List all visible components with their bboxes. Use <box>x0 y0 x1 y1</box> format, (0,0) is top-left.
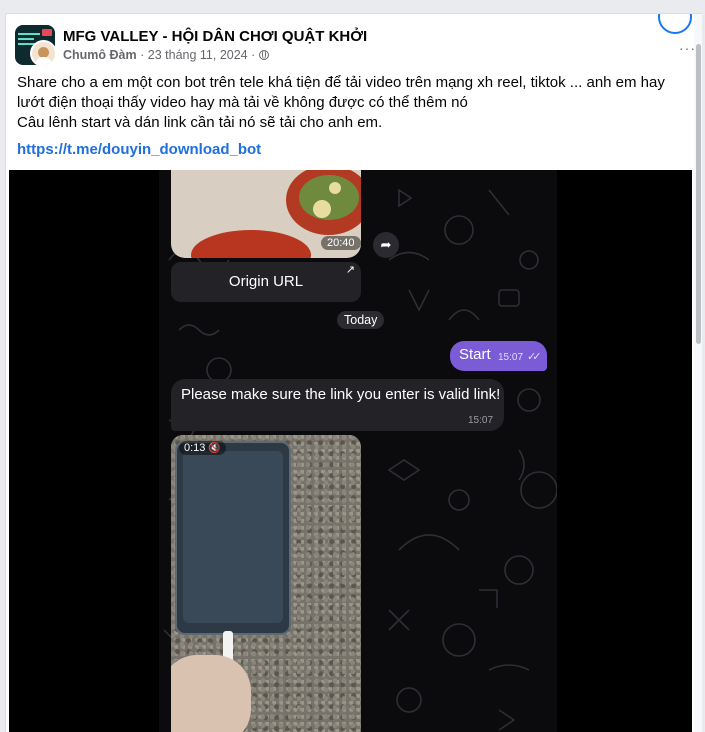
mute-icon: 🔇 <box>208 443 221 454</box>
author-avatar[interactable] <box>30 40 57 67</box>
more-options-icon[interactable]: ··· <box>679 41 695 55</box>
group-name[interactable]: MFG VALLEY - HỘI DÂN CHƠI QUẬT KHỞI <box>63 28 367 45</box>
video-duration-text: 0:13 <box>184 442 206 454</box>
post-text-line1: Share cho a em một con bot trên tele khá… <box>17 74 665 111</box>
origin-url-button[interactable]: Origin URL ↗ <box>171 262 361 302</box>
scrollbar-thumb[interactable] <box>696 44 701 344</box>
video-duration: 0:13 🔇 <box>179 441 226 455</box>
post-text-line2: Câu lênh start và dán link cần tải nó sẽ… <box>17 114 383 131</box>
double-check-icon: ✓✓ <box>527 351 542 363</box>
sent-message-time: 15:07 <box>498 352 524 363</box>
external-link-icon: ↗ <box>345 264 355 276</box>
post-date[interactable]: 23 tháng 11, 2024 <box>148 48 248 62</box>
post-link[interactable]: https://t.me/douyin_download_bot <box>17 141 261 158</box>
post-header: MFG VALLEY - HỘI DÂN CHƠI QUẬT KHỞI Chum… <box>6 14 702 74</box>
date-divider: Today <box>337 311 385 329</box>
origin-url-label: Origin URL <box>228 273 304 290</box>
post-video[interactable]: 20:40 ➦ Origin URL ↗ Today Start 15:07 ✓… <box>9 170 692 732</box>
video-thumbnail-bottom[interactable]: 0:13 🔇 <box>171 435 361 732</box>
bot-reply-time: 15:07 <box>468 415 494 426</box>
telegram-chat-screenshot: 20:40 ➦ Origin URL ↗ Today Start 15:07 ✓… <box>159 170 557 732</box>
sent-message-bubble: Start 15:07 ✓✓ <box>450 341 547 371</box>
author-name[interactable]: Chumô Đàm <box>63 48 137 62</box>
globe-icon <box>258 50 269 60</box>
bot-reply-bubble: Please make sure the link you enter is v… <box>171 379 504 431</box>
share-icon[interactable]: ➦ <box>373 232 399 258</box>
post-card: MFG VALLEY - HỘI DÂN CHƠI QUẬT KHỞI Chum… <box>5 13 702 732</box>
meta-separator-2: · <box>251 48 256 62</box>
media-timestamp: 20:40 <box>321 236 361 250</box>
video-thumbnail-top[interactable]: 20:40 <box>171 170 361 258</box>
meta-separator: · <box>140 48 145 62</box>
post-body: Share cho a em một con bot trên tele khá… <box>17 73 687 133</box>
sent-message-text: Start <box>459 346 491 363</box>
bot-reply-text: Please make sure the link you enter is v… <box>181 386 501 403</box>
post-meta: Chumô Đàm · 23 tháng 11, 2024 · <box>63 48 269 62</box>
